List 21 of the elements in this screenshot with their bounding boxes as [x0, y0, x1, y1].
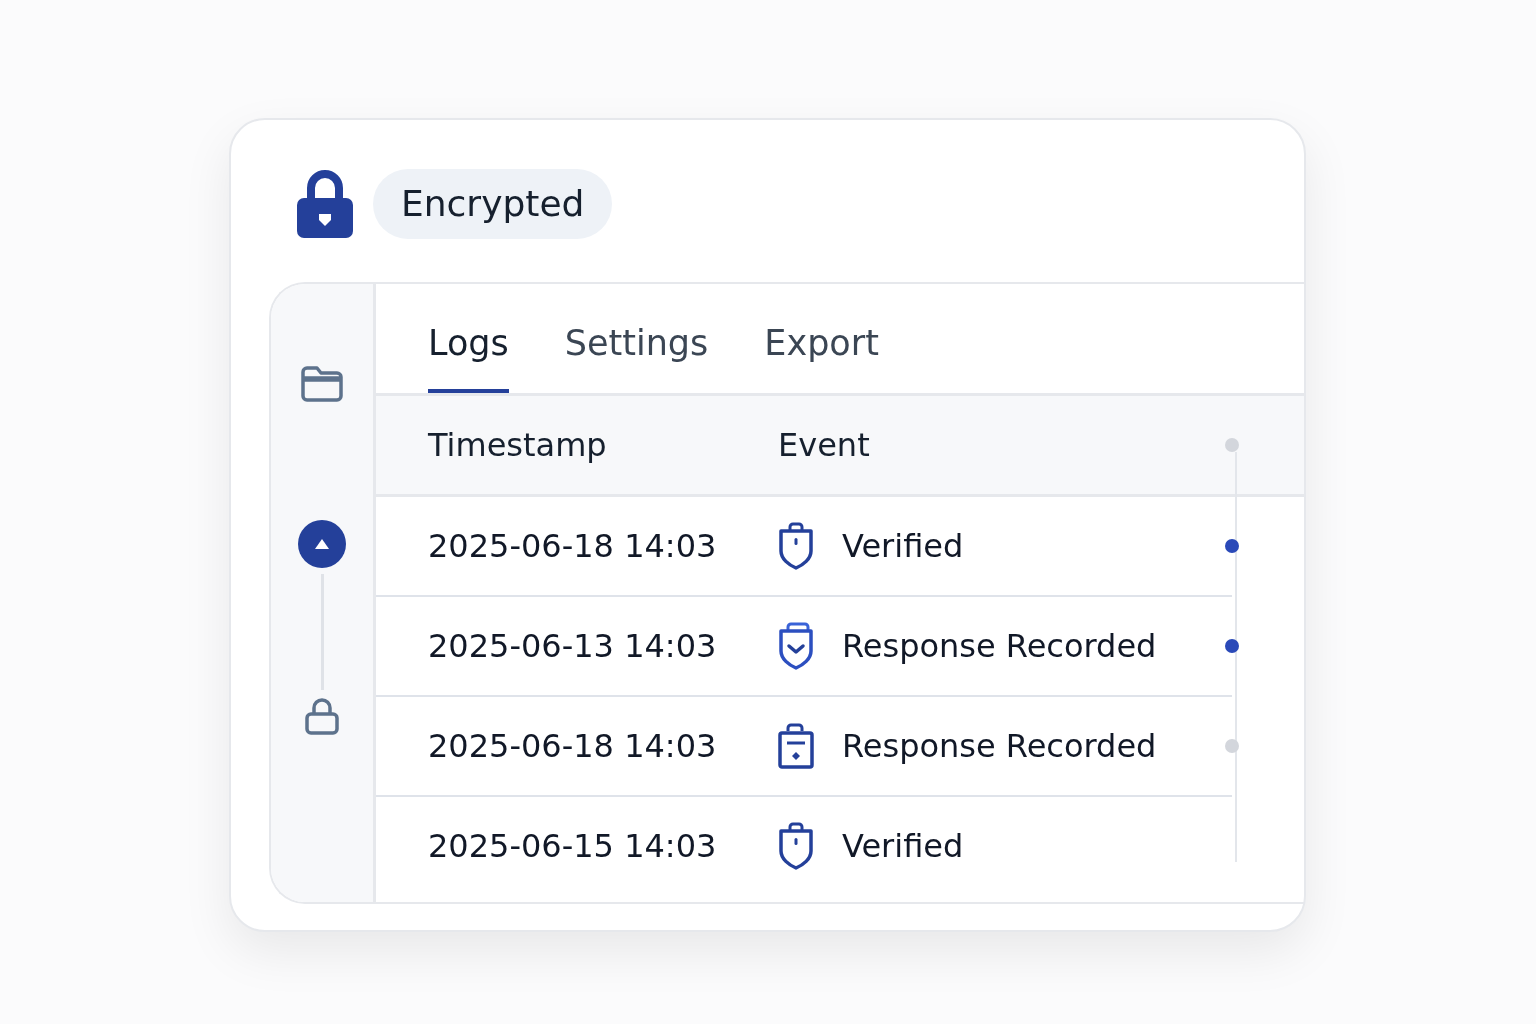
table-cell: Verified: [842, 527, 964, 565]
column-header: Event: [778, 426, 871, 464]
up-arrow-button[interactable]: [298, 520, 346, 568]
column-header: Timestamp: [427, 426, 608, 464]
shield-icon: [778, 522, 814, 570]
tab[interactable]: Export: [764, 323, 879, 393]
timeline-dot: [1225, 438, 1239, 452]
shield-icon: [778, 822, 814, 870]
table-cell-text: 2025-06-18 14:03: [427, 727, 718, 765]
lock-icon: [297, 170, 353, 238]
lock-icon[interactable]: [304, 696, 340, 736]
clipboard-icon: [778, 723, 814, 769]
table-cell: Response Recorded: [842, 627, 1157, 665]
shield-check-icon: [778, 622, 814, 670]
tab[interactable]: Settings: [564, 323, 709, 393]
table-cell: Response Recorded: [842, 727, 1157, 765]
table-cell: Verified: [842, 827, 964, 865]
table-cell-text: 2025-06-13 14:03: [427, 627, 718, 665]
table-cell-text: 2025-06-15 14:03: [427, 827, 718, 865]
encrypted-badge: Encrypted: [373, 169, 613, 239]
table-cell-text: 2025-06-18 14:03: [427, 527, 718, 565]
